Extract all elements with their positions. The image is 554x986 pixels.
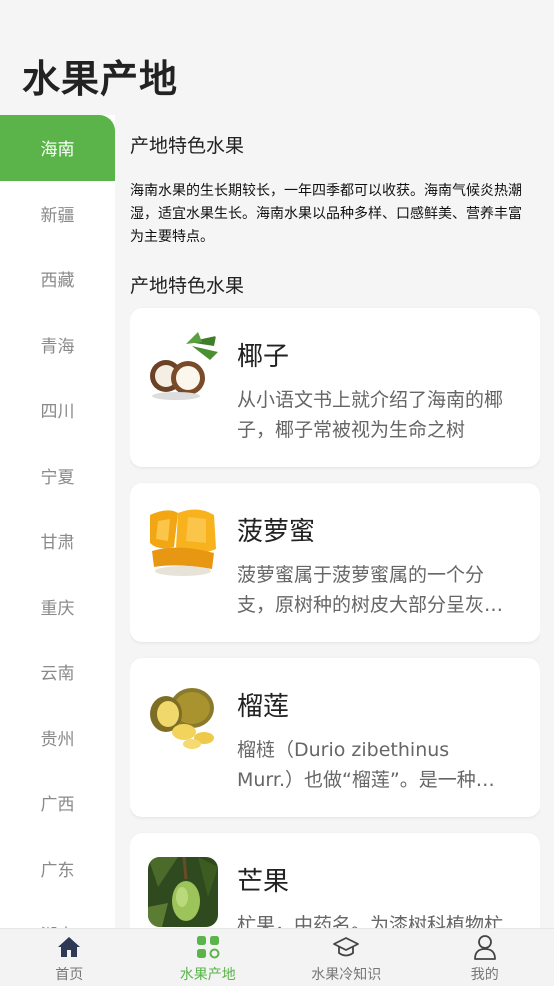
tab-fruit-facts[interactable]: 水果冷知识 (277, 929, 416, 986)
sidebar-item-guizhou[interactable]: 贵州 (0, 705, 115, 771)
main-content: 产地特色水果 海南水果的生长期较长，一年四季都可以收获。海南气候炎热潮湿，适宜水… (130, 115, 540, 928)
bottom-tab-bar: 首页 水果产地 水果冷知识 我的 (0, 928, 554, 986)
sidebar-item-sichuan[interactable]: 四川 (0, 377, 115, 443)
sidebar-item-hunan[interactable]: 湖南 (0, 901, 115, 928)
fruit-name: 芒果 (237, 867, 290, 897)
sidebar-item-gansu[interactable]: 甘肃 (0, 508, 115, 574)
tab-fruit-origin[interactable]: 水果产地 (139, 929, 278, 986)
sidebar-item-qinghai[interactable]: 青海 (0, 312, 115, 378)
jackfruit-image (148, 507, 218, 577)
fruit-desc: 菠萝蜜属于菠萝蜜属的一个分支，原树种的树皮大部分呈灰褐色 (237, 564, 504, 616)
home-icon (55, 933, 83, 961)
fruit-card[interactable]: 椰子 从小语文书上就介绍了海南的椰子，椰子常被视为生命之树 (130, 308, 540, 467)
sidebar-item-yunnan[interactable]: 云南 (0, 639, 115, 705)
region-sidebar: 海南 新疆 西藏 青海 四川 宁夏 甘肃 重庆 云南 贵州 广西 广东 湖南 (0, 115, 115, 928)
graduation-cap-icon (332, 933, 360, 961)
fruit-name: 椰子 (237, 342, 290, 372)
sidebar-item-xizang[interactable]: 西藏 (0, 246, 115, 312)
fruit-desc: 榴梿（Durio zibethinus Murr.）也做“榴莲”。是一种热带水果 (237, 739, 495, 791)
tab-profile-label: 我的 (470, 967, 499, 983)
tab-fruit-origin-label: 水果产地 (179, 967, 236, 983)
durian-image (148, 682, 218, 752)
fruit-desc: 杧果，中药名。为漆树科植物杧果的果实 (237, 914, 504, 928)
sidebar-item-xinjiang[interactable]: 新疆 (0, 181, 115, 247)
fruit-list: 椰子 从小语文书上就介绍了海南的椰子，椰子常被视为生命之树 菠萝蜜 菠萝蜜属于菠… (130, 308, 540, 928)
page-title: 水果产地 (22, 57, 179, 101)
tab-profile[interactable]: 我的 (416, 929, 554, 986)
tab-fruit-facts-label: 水果冷知识 (311, 967, 382, 983)
coconut-image (148, 332, 218, 402)
user-icon (471, 933, 499, 961)
intro-text: 海南水果的生长期较长，一年四季都可以收获。海南气候炎热潮湿，适宜水果生长。海南水… (130, 183, 522, 245)
grid-icon (194, 933, 222, 961)
list-title: 产地特色水果 (130, 275, 245, 297)
mango-image (148, 857, 218, 927)
sidebar-item-hainan[interactable]: 海南 (0, 115, 115, 181)
fruit-name: 菠萝蜜 (237, 517, 316, 547)
fruit-card[interactable]: 菠萝蜜 菠萝蜜属于菠萝蜜属的一个分支，原树种的树皮大部分呈灰褐色 (130, 483, 540, 642)
fruit-desc: 从小语文书上就介绍了海南的椰子，椰子常被视为生命之树 (237, 389, 504, 441)
sidebar-item-chongqing[interactable]: 重庆 (0, 574, 115, 640)
sidebar-item-guangxi[interactable]: 广西 (0, 770, 115, 836)
tab-home-label: 首页 (55, 967, 84, 983)
sidebar-item-ningxia[interactable]: 宁夏 (0, 443, 115, 509)
tab-home[interactable]: 首页 (0, 929, 139, 986)
fruit-name: 榴莲 (237, 692, 290, 722)
sidebar-item-guangdong[interactable]: 广东 (0, 836, 115, 902)
intro-title: 产地特色水果 (130, 135, 245, 157)
fruit-card[interactable]: 芒果 杧果，中药名。为漆树科植物杧果的果实 (130, 833, 540, 928)
fruit-card[interactable]: 榴莲 榴梿（Durio zibethinus Murr.）也做“榴莲”。是一种热… (130, 658, 540, 817)
